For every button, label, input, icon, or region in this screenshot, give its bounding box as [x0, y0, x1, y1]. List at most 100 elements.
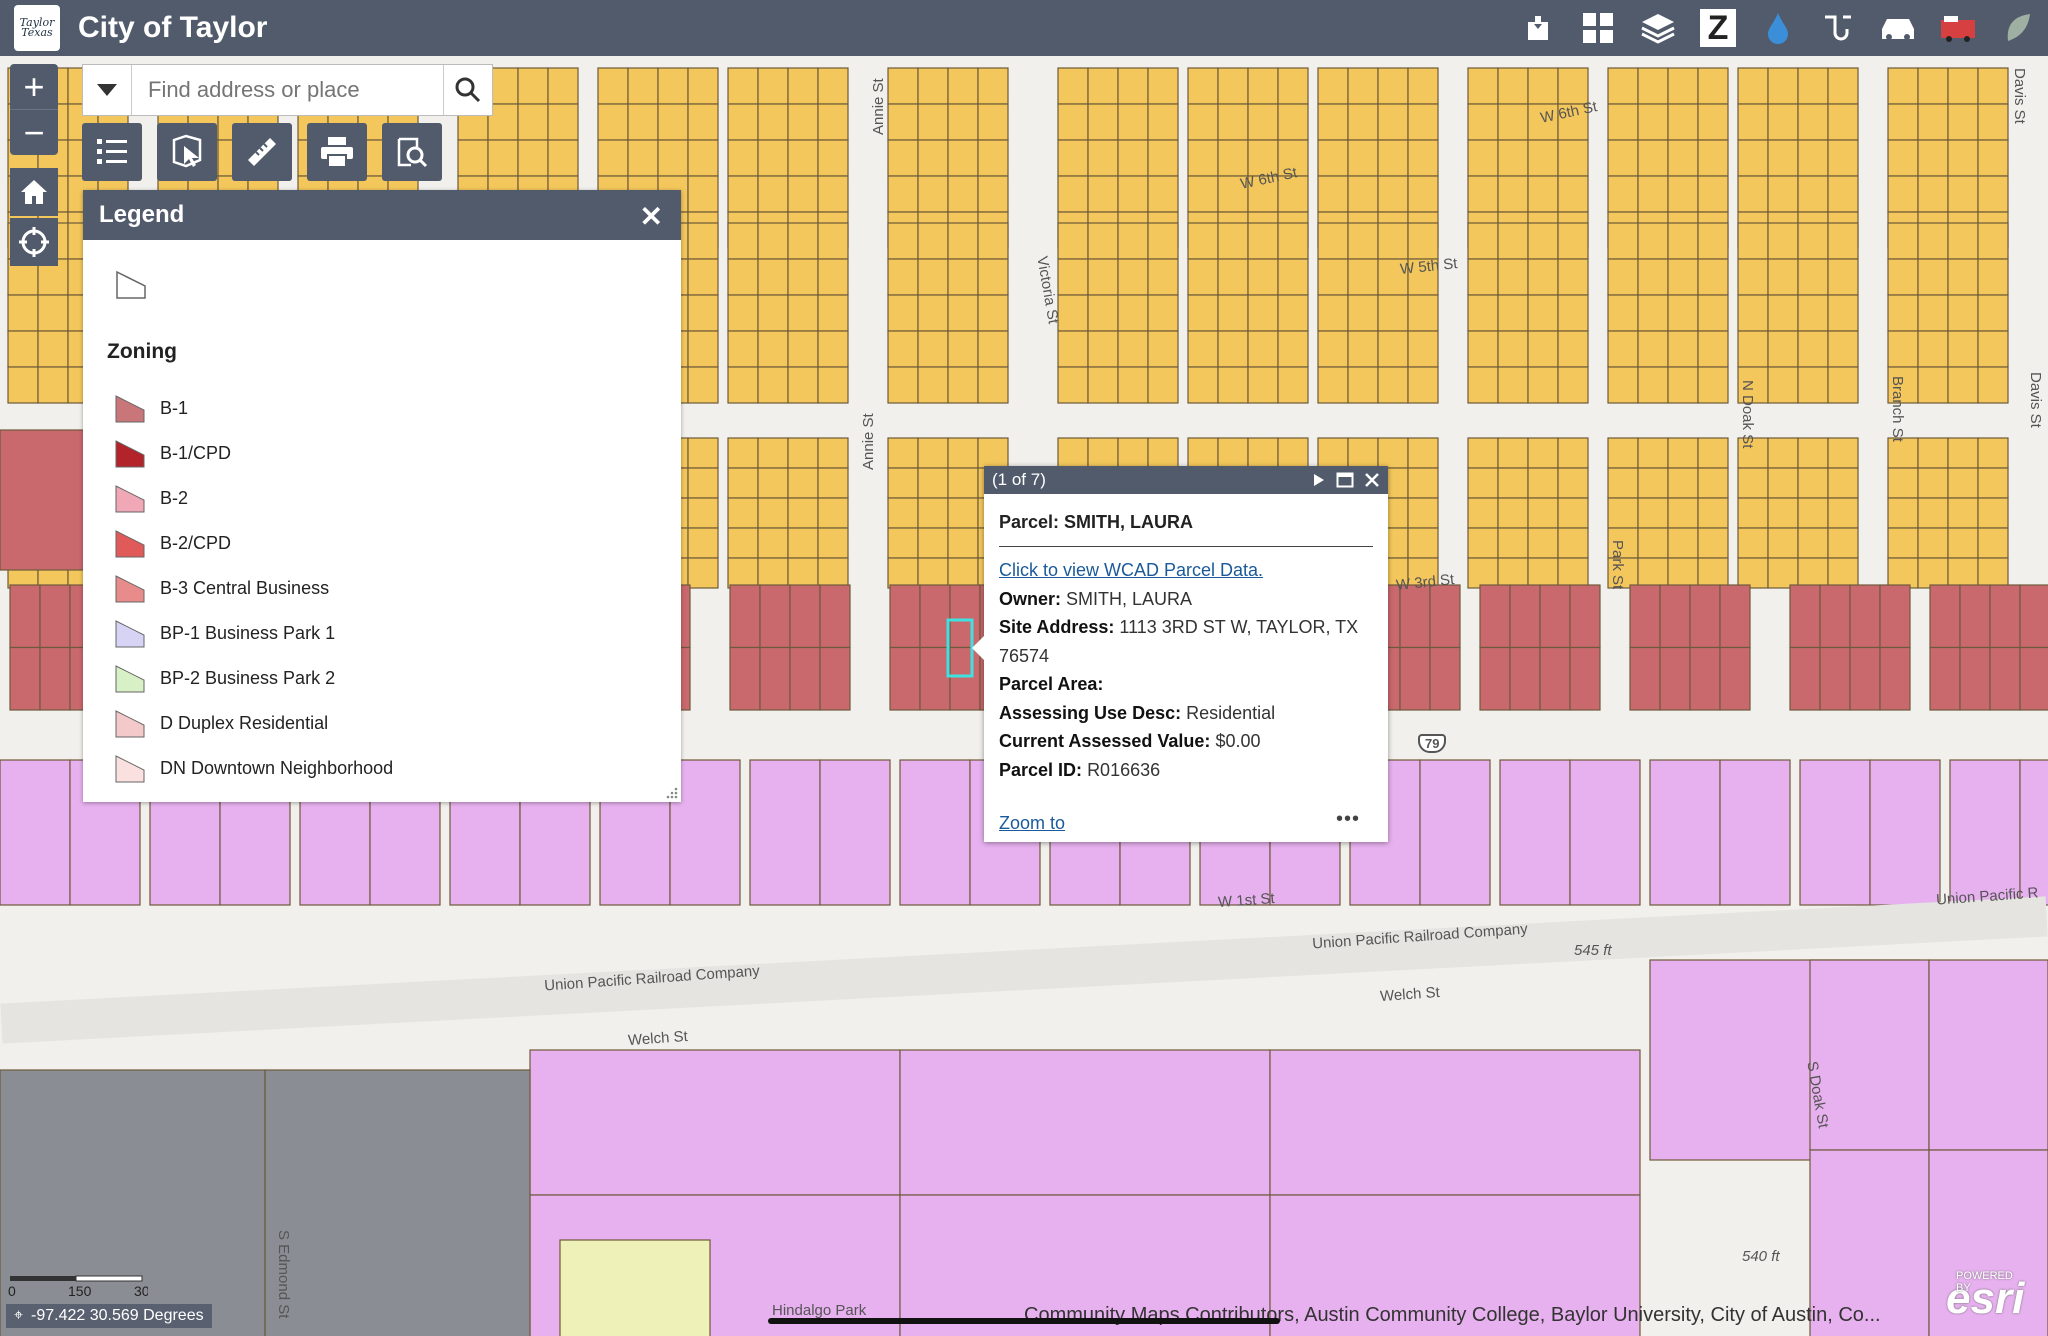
maximize-icon[interactable] [1336, 472, 1354, 488]
app-title: City of Taylor [78, 11, 268, 44]
home-button[interactable] [10, 168, 58, 216]
basemap-gallery-icon[interactable] [1568, 0, 1628, 56]
legend-item-label: B-2/CPD [160, 532, 232, 553]
street-label: Branch St [1889, 376, 1906, 442]
parcel-area-label: Parcel Area: [999, 674, 1104, 694]
parcel-swatch-icon [116, 270, 146, 299]
legend-item-label: B-3 Central Business [160, 577, 330, 598]
car-icon[interactable] [1868, 0, 1928, 56]
close-icon[interactable] [1364, 472, 1380, 488]
divider [999, 546, 1373, 547]
sewer-icon[interactable] [1808, 0, 1868, 56]
zoning-icon[interactable]: Z [1688, 0, 1748, 56]
esri-logo: POWERED BY esri [1946, 1270, 2025, 1323]
water-icon[interactable] [1748, 0, 1808, 56]
query-tool-button[interactable] [382, 123, 442, 181]
legend-swatch [115, 710, 145, 738]
legend-swatch [115, 575, 145, 603]
layer-list-icon[interactable] [1628, 0, 1688, 56]
parcel-id-value: R016636 [1087, 759, 1161, 780]
search-input[interactable] [132, 65, 443, 115]
legend-panel: Legend ✕ Zoning B-1 B-1/CPD B-2 B-2/CPD B-3 … [83, 190, 681, 802]
zoom-out-button[interactable]: − [10, 110, 58, 155]
legend-swatch [115, 620, 145, 648]
scale-bar: 0 150 300ft [8, 1275, 148, 1299]
legend-item-label: B-2 [160, 487, 189, 508]
query-icon [397, 137, 428, 168]
legend-item-label: B-1 [160, 397, 189, 418]
use-desc-value: Residential [1186, 702, 1276, 723]
home-indicator [768, 1318, 1280, 1324]
crosshair-icon: ⌖ [14, 1307, 24, 1324]
leaf-icon[interactable] [1988, 0, 2048, 56]
more-options-icon[interactable]: ••• [1336, 808, 1360, 831]
scale-tick: 0 [8, 1283, 16, 1299]
legend-swatch [115, 665, 145, 693]
legend-swatch [115, 530, 145, 558]
next-icon[interactable] [1312, 473, 1326, 487]
list-icon [97, 139, 127, 164]
street-label: Annie St [860, 413, 877, 470]
popup-counter: (1 of 7) [992, 470, 1046, 489]
legend-item-label: B-1/CPD [160, 442, 232, 463]
measure-tool-button[interactable] [232, 123, 292, 181]
legend-item-label: D Duplex Residential [160, 712, 329, 733]
coordinate-readout[interactable]: ⌖ -97.422 30.569 Degrees [6, 1304, 212, 1328]
street-label: Annie St [870, 78, 887, 135]
assessed-value-label: Current Assessed Value: [999, 731, 1211, 751]
search-widget [82, 64, 493, 116]
header-toolbar: Z [1508, 0, 2048, 56]
popup-body: Click to view WCAD Parcel Data. Owner: S… [999, 556, 1379, 784]
legend-section-title: Zoning [107, 340, 177, 363]
legend-item-label: BP-2 Business Park 2 [160, 667, 336, 688]
zoom-control: + − [10, 64, 58, 155]
fire-truck-icon[interactable] [1928, 0, 1988, 56]
legend-item-label: DN Downtown Neighborhood [160, 757, 394, 778]
home-icon [21, 180, 47, 204]
parcel-popup: (1 of 7) Parcel: SMITH, LAURA Click to v… [972, 466, 1388, 842]
assessed-value: $0.00 [1215, 731, 1261, 751]
scale-tick: 300ft [134, 1283, 148, 1299]
owner-label: Owner: [999, 588, 1062, 609]
elevation-label: 545 ft [1574, 942, 1612, 959]
search-button[interactable] [443, 65, 492, 115]
zoom-to-link[interactable]: Zoom to [999, 813, 1065, 834]
select-icon [172, 134, 202, 168]
legend-item: B-3 Central Business [115, 573, 329, 603]
scale-tick: 150 [68, 1283, 92, 1299]
locate-button[interactable] [10, 218, 58, 266]
chevron-down-icon [97, 84, 117, 96]
app-header: Taylor Texas City of Taylor Z [0, 0, 2048, 56]
legend-item: BP-1 Business Park 1 [115, 618, 335, 648]
search-source-dropdown[interactable] [83, 65, 132, 115]
ruler-icon [248, 138, 276, 166]
legend-item: B-1/CPD [115, 438, 231, 468]
print-icon [321, 137, 353, 168]
legend-swatch [115, 440, 145, 468]
street-label: Park St [1609, 540, 1626, 590]
zoom-in-button[interactable]: + [10, 64, 58, 110]
select-tool-button[interactable] [157, 123, 217, 181]
street-label: Davis St [2011, 68, 2028, 124]
city-logo: Taylor Texas [14, 5, 60, 51]
close-icon[interactable]: ✕ [640, 200, 663, 233]
resize-handle-icon[interactable] [665, 786, 679, 800]
wcad-parcel-link[interactable]: Click to view WCAD Parcel Data. [999, 560, 1263, 580]
use-desc-label: Assessing Use Desc: [999, 702, 1182, 723]
legend-item: B-1 [115, 393, 188, 423]
popup-header: (1 of 7) [984, 466, 1388, 494]
legend-tool-button[interactable] [82, 123, 142, 181]
popup-pointer [972, 636, 984, 660]
legend-item-label: BP-1 Business Park 1 [160, 622, 336, 643]
legend-item: D Duplex Residential [115, 708, 328, 738]
print-tool-button[interactable] [307, 123, 367, 181]
add-data-icon[interactable] [1508, 0, 1568, 56]
legend-swatch [115, 395, 145, 423]
legend-item: DN Downtown Neighborhood [115, 753, 393, 783]
street-label: Davis St [2027, 372, 2044, 428]
legend-title: Legend [99, 201, 185, 228]
legend-item: B-2/CPD [115, 528, 231, 558]
coordinates: -97.422 30.569 Degrees [31, 1307, 204, 1324]
locate-icon [19, 227, 49, 257]
street-label: N Doak St [1739, 380, 1756, 449]
